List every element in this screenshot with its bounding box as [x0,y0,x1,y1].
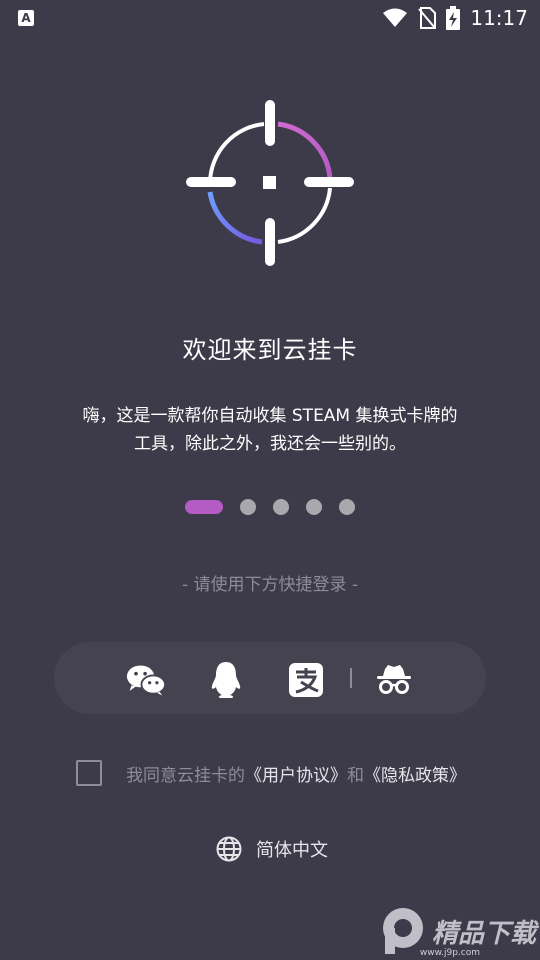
description-line-1: 嗨，这是一款帮你自动收集 STEAM 集换式卡牌的 [82,406,458,426]
wechat-login-icon [126,665,166,696]
qq-login-icon [211,662,241,698]
alipay-login-button[interactable] [286,660,326,700]
guest-login-icon [377,665,411,694]
description-line-2: 工具，除此之外，我还会一些别的。 [134,434,406,454]
welcome-title: 欢迎来到云挂卡 [182,336,358,364]
agreement-prefix: 我同意云挂卡的 [126,765,245,786]
agreement-checkbox[interactable] [76,760,102,786]
user-agreement-link[interactable]: 《用户协议》 [245,766,347,786]
globe-icon [216,836,242,862]
no-sim-icon [418,7,437,29]
agreement-and: 和 [347,765,364,786]
watermark-url: www.j9p.com [419,948,480,958]
wechat-login-button[interactable] [126,660,166,700]
clock: 11:17 [470,6,528,30]
battery-charging-icon [446,6,461,30]
page-dot[interactable] [306,499,322,515]
crosshair-logo-icon [186,100,354,266]
language-label: 简体中文 [256,840,328,861]
app-notification-icon: A [18,10,34,26]
alipay-login-icon [289,663,323,697]
page-indicator [185,499,355,515]
language-selector[interactable]: 简体中文 [216,836,328,862]
page-dot-active[interactable] [185,500,223,514]
page-dot[interactable] [339,499,355,515]
agreement-text: 我同意云挂卡的《用户协议》和《隐私政策》 [126,761,466,786]
page-dot[interactable] [240,499,256,515]
status-bar-right: 11:17 [382,6,528,30]
agreement-row: 我同意云挂卡的《用户协议》和《隐私政策》 [76,760,466,786]
status-bar: A 11:17 [0,0,540,36]
welcome-description: 嗨，这是一款帮你自动收集 STEAM 集换式卡牌的 工具，除此之外，我还会一些别… [40,402,500,458]
quick-login-hint: - 请使用下方快捷登录 - [181,575,359,595]
wifi-icon [383,8,408,27]
privacy-policy-link[interactable]: 《隐私政策》 [364,766,466,786]
login-separator [350,668,352,688]
page-dot[interactable] [273,499,289,515]
qq-login-button[interactable] [206,660,246,700]
quick-login-bar [54,642,486,714]
watermark-brand: 精品下载 [431,918,536,949]
guest-login-button[interactable] [374,660,414,700]
